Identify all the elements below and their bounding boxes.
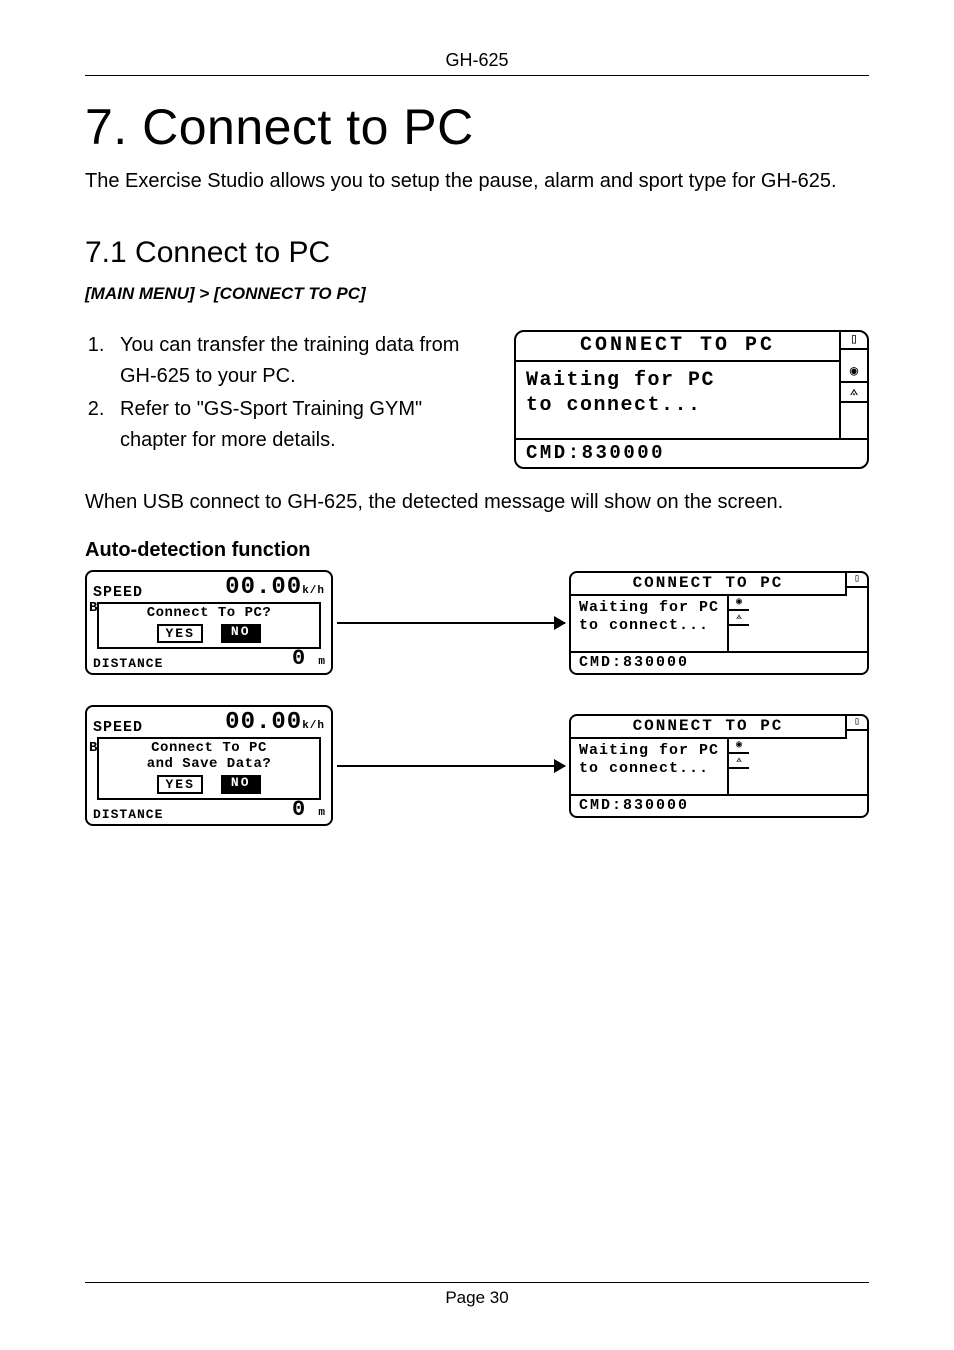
signal-icon: ◉ [729, 739, 749, 754]
antenna-icon: ⟑ [729, 611, 749, 626]
step-list: You can transfer the training data from … [85, 330, 484, 456]
page-footer: Page 30 [85, 1282, 869, 1308]
lcd-side-icons: ▯ [845, 573, 867, 596]
lcd-side-icons: ▯ [845, 716, 867, 739]
distance-label: DISTANCE [93, 807, 163, 822]
flow-arrow [337, 622, 565, 624]
prompt-screen-save: B SPEED 00.00k/h Connect To PC and Save … [85, 705, 333, 826]
lcd-body-icons: ◉ ⟑ [839, 362, 867, 438]
subheading: Auto-detection function [85, 539, 869, 562]
lcd-screen-small: CONNECT TO PC ▯ Waiting for PC to connec… [569, 571, 869, 675]
lcd-line: to connect... [579, 760, 709, 777]
no-button[interactable]: NO [221, 624, 261, 643]
speed-label: SPEED [93, 584, 143, 601]
lcd-line: Waiting for PC [579, 742, 719, 759]
speed-label: SPEED [93, 719, 143, 736]
no-button[interactable]: NO [221, 775, 261, 794]
lcd-line: Waiting for PC [526, 369, 715, 392]
battery-icon: ▯ [847, 573, 867, 588]
section-title: 7.1 Connect to PC [85, 236, 869, 270]
lcd-side-icons: ▯ [839, 332, 867, 362]
distance-label: DISTANCE [93, 656, 163, 671]
distance-value: 0 m [292, 646, 325, 671]
battery-icon: ▯ [841, 332, 867, 350]
chapter-title: 7. Connect to PC [85, 98, 869, 156]
lcd-body: Waiting for PC to connect... [571, 596, 727, 651]
dialog-text: Connect To PC? [103, 606, 315, 621]
lcd-title: CONNECT TO PC [516, 332, 839, 362]
dialog-text-line: and Save Data? [103, 757, 315, 772]
lcd-body: Waiting for PC to connect... [571, 739, 727, 794]
prompt-screen-connect: B SPEED 00.00k/h Connect To PC? YES NO D… [85, 570, 333, 675]
speed-value: 00.00k/h [225, 709, 325, 736]
lcd-cmd: CMD:830000 [516, 438, 867, 467]
flow-arrow [337, 765, 565, 767]
dialog-text-line: Connect To PC [103, 741, 315, 756]
step-item: Refer to "GS-Sport Training GYM" chapter… [110, 394, 484, 456]
yes-button[interactable]: YES [157, 624, 202, 643]
lcd-line: to connect... [579, 617, 709, 634]
lcd-cmd: CMD:830000 [571, 794, 867, 816]
step-item: You can transfer the training data from … [110, 330, 484, 392]
signal-icon: ◉ [729, 596, 749, 611]
speed-value: 00.00k/h [225, 574, 325, 601]
lcd-body-icons: ◉ ⟑ [727, 739, 749, 794]
dialog-box: Connect To PC and Save Data? YES NO [97, 737, 321, 800]
lcd-title: CONNECT TO PC [571, 716, 845, 739]
lcd-title: CONNECT TO PC [571, 573, 845, 596]
dialog-box: Connect To PC? YES NO [97, 602, 321, 649]
detection-note: When USB connect to GH-625, the detected… [85, 487, 869, 517]
distance-value: 0 m [292, 797, 325, 822]
lcd-body: Waiting for PC to connect... [516, 362, 839, 438]
battery-icon: ▯ [847, 716, 867, 731]
lcd-body-icons: ◉ ⟑ [727, 596, 749, 651]
lcd-line: to connect... [526, 394, 702, 417]
page-header: GH-625 [85, 50, 869, 76]
lcd-cmd: CMD:830000 [571, 651, 867, 673]
menu-path: [MAIN MENU] > [CONNECT TO PC] [85, 284, 869, 304]
yes-button[interactable]: YES [157, 775, 202, 794]
antenna-icon: ⟑ [729, 754, 749, 769]
chapter-lead: The Exercise Studio allows you to setup … [85, 166, 869, 196]
lcd-screen-large: CONNECT TO PC ▯ Waiting for PC to connec… [514, 330, 869, 469]
antenna-icon: ⟑ [841, 383, 867, 403]
signal-icon: ◉ [841, 362, 867, 383]
lcd-line: Waiting for PC [579, 599, 719, 616]
lcd-screen-small: CONNECT TO PC ▯ Waiting for PC to connec… [569, 714, 869, 818]
